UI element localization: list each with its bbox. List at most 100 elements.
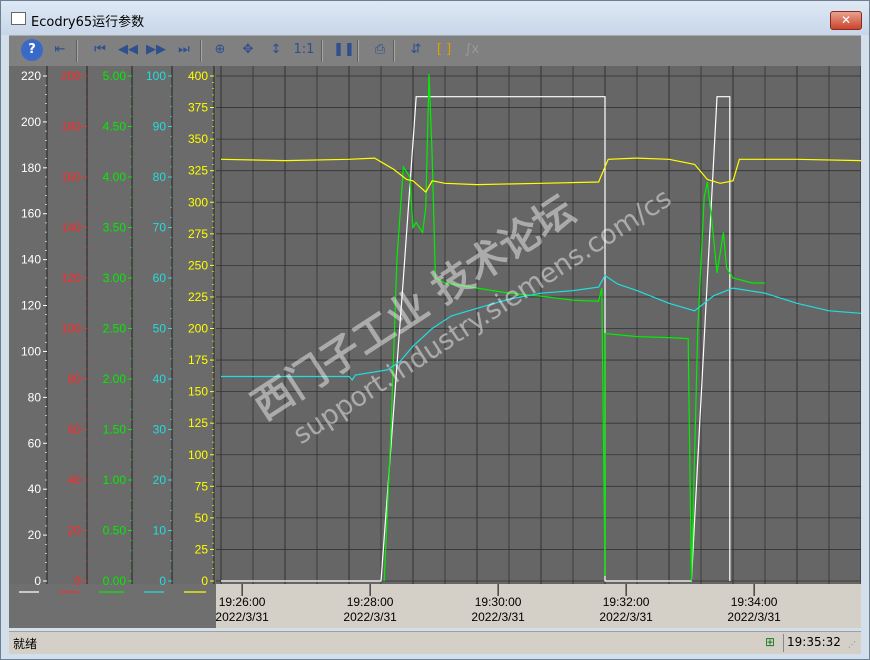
- axis-tick-label: 40: [28, 482, 42, 496]
- axis-tick-label: 30: [153, 423, 167, 437]
- axis-tick-label: 80: [153, 170, 167, 184]
- toolbar-separator: [357, 40, 359, 62]
- axis-tick-label: 125: [188, 416, 208, 430]
- axis-tick-label: 250: [188, 258, 208, 272]
- axis-tick-label: 100: [21, 344, 41, 358]
- time-tick-label: 19:30:00: [475, 595, 522, 609]
- move-icon[interactable]: ✥: [237, 39, 259, 61]
- axis-tick-label: 175: [188, 353, 208, 367]
- axis-tick-label: 20: [153, 473, 167, 487]
- date-tick-label: 2022/3/31: [727, 610, 781, 624]
- axis-tick-label: 80: [68, 372, 82, 386]
- date-tick-label: 2022/3/31: [599, 610, 653, 624]
- axis-tick-label: 120: [21, 299, 41, 313]
- help-icon[interactable]: ?: [21, 39, 43, 61]
- print-icon[interactable]: ⎙: [369, 39, 391, 61]
- app-icon: [11, 12, 26, 25]
- window-title: Ecodry65运行参数: [31, 15, 145, 30]
- axis-tick-label: 20: [28, 528, 42, 542]
- axis-tick-label: 140: [21, 253, 41, 267]
- axis-tick-label: 70: [153, 221, 167, 235]
- axis-tick-label: 90: [153, 120, 167, 134]
- axis-tick-label: 0: [159, 574, 166, 588]
- zoom-axis-icon[interactable]: ↕: [265, 39, 287, 61]
- axis-tick-label: 0.00: [103, 574, 127, 588]
- status-time: 19:35:32: [787, 635, 841, 649]
- axis-tick-label: 200: [21, 115, 41, 129]
- axis-tick-label: 200: [61, 69, 81, 83]
- axis-tick-label: 150: [188, 385, 208, 399]
- resize-grip-icon[interactable]: ⋰: [848, 640, 856, 649]
- time-tick-label: 19:28:00: [347, 595, 394, 609]
- axis-tick-label: 160: [21, 207, 41, 221]
- toolbar: ? ⇤ ⏮ ◀◀ ▶▶ ⏭ ⊕ ✥ ↕ 1:1 ❚❚ ⎙ ⇵ [ ] ∫x: [9, 35, 861, 66]
- date-tick-label: 2022/3/31: [471, 610, 525, 624]
- toolbar-separator: [200, 40, 202, 62]
- axis-tick-label: 100: [61, 322, 81, 336]
- axis-tick-label: 4.50: [103, 120, 127, 134]
- axis-tick-label: 50: [195, 511, 209, 525]
- statistics-icon[interactable]: ∫x: [461, 39, 483, 61]
- original-size-icon[interactable]: 1:1: [293, 39, 315, 61]
- axis-tick-label: 275: [188, 227, 208, 241]
- axis-tick-label: 60: [153, 271, 167, 285]
- axis-tick-label: 3.50: [103, 221, 127, 235]
- axis-tick-label: 100: [146, 69, 166, 83]
- axis-tick-label: 5.00: [103, 69, 127, 83]
- toolbar-separator: [393, 40, 395, 62]
- main-window: Ecodry65运行参数 ✕ ? ⇤ ⏮ ◀◀ ▶▶ ⏭ ⊕ ✥ ↕ 1:1 ❚❚ ⎙ ⇵ [ ] ∫x 2…: [0, 0, 870, 660]
- axis-tick-label: 3.00: [103, 271, 127, 285]
- trend-chart[interactable]: 2202001801601401201008060402002001801601…: [9, 66, 861, 628]
- next-icon[interactable]: ▶▶: [145, 39, 167, 61]
- axis-tick-label: 1.50: [103, 423, 127, 437]
- status-text: 就绪: [13, 637, 38, 651]
- pause-icon[interactable]: ❚❚: [333, 39, 355, 61]
- time-tick-label: 19:32:00: [603, 595, 650, 609]
- close-button[interactable]: ✕: [830, 11, 862, 30]
- axis-tick-label: 100: [188, 448, 208, 462]
- axis-tick-label: 120: [61, 271, 81, 285]
- axis-tick-label: 1.00: [103, 473, 127, 487]
- date-tick-label: 2022/3/31: [215, 610, 269, 624]
- axis-tick-label: 300: [188, 195, 208, 209]
- zoom-area-icon[interactable]: ⊕: [209, 39, 231, 61]
- axis-tick-label: 0: [74, 574, 81, 588]
- axis-tick-label: 10: [153, 524, 167, 538]
- axis-tick-label: 40: [68, 473, 82, 487]
- plot-area: [216, 66, 861, 584]
- time-tick-label: 19:34:00: [731, 595, 778, 609]
- axis-tick-label: 200: [188, 322, 208, 336]
- axis-tick-label: 0: [201, 574, 208, 588]
- axis-tick-label: 50: [153, 322, 167, 336]
- last-icon[interactable]: ⏭: [173, 39, 195, 61]
- axis-tick-label: 180: [61, 120, 81, 134]
- axis-tick-label: 400: [188, 69, 208, 83]
- first-icon[interactable]: ⏮: [89, 39, 111, 61]
- axis-tick-label: 2.00: [103, 372, 127, 386]
- axis-tick-label: 220: [21, 69, 41, 83]
- axis-tick-label: 25: [195, 542, 209, 556]
- time-tick-label: 19:26:00: [219, 595, 266, 609]
- date-tick-label: 2022/3/31: [343, 610, 397, 624]
- title-bar[interactable]: Ecodry65运行参数 ✕: [1, 1, 869, 35]
- axis-tick-label: 60: [68, 423, 82, 437]
- axis-tick-label: 350: [188, 132, 208, 146]
- axis-tick-label: 80: [28, 390, 42, 404]
- toolbar-separator: [321, 40, 323, 62]
- axis-tick-label: 160: [61, 170, 81, 184]
- axis-tick-label: 20: [68, 524, 82, 538]
- select-statistics-icon[interactable]: [ ]: [433, 39, 455, 61]
- ruler-icon[interactable]: ⇵: [405, 39, 427, 61]
- axis-tick-label: 0: [34, 574, 41, 588]
- axis-tick-label: 60: [28, 436, 42, 450]
- axis-tick-label: 375: [188, 101, 208, 115]
- axis-tick-label: 40: [153, 372, 167, 386]
- prev-icon[interactable]: ◀◀: [117, 39, 139, 61]
- status-bar: 就绪 ⊞ 19:35:32 ⋰: [9, 631, 861, 654]
- axis-tick-label: 75: [195, 479, 209, 493]
- axis-tick-label: 4.00: [103, 170, 127, 184]
- toolbar-separator: [76, 40, 78, 62]
- import-icon[interactable]: ⇤: [49, 39, 71, 61]
- axis-tick-label: 325: [188, 164, 208, 178]
- network-icon: ⊞: [765, 635, 776, 649]
